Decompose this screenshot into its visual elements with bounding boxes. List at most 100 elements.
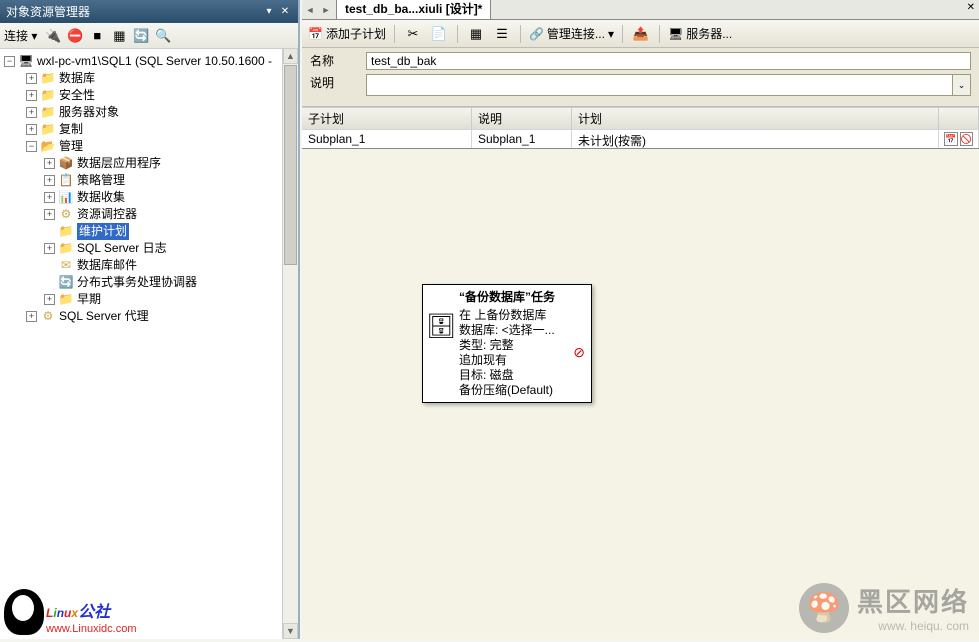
expander-icon[interactable]: + (44, 243, 55, 254)
add-subplan-button[interactable]: 📅 添加子计划 (308, 25, 386, 42)
disconnect-icon[interactable]: ⛔ (65, 26, 85, 46)
mushroom-icon: 🍄 (799, 583, 849, 633)
cell-description[interactable]: Subplan_1 (472, 130, 572, 148)
document-tab[interactable]: test_db_ba...xiuli [设计]* (336, 0, 491, 19)
tree-root[interactable]: − 🖥 wxl-pc-vm1\SQL1 (SQL Server 10.50.16… (2, 53, 296, 70)
col-description[interactable]: 说明 (472, 108, 572, 129)
connect-icon[interactable]: 🔌 (43, 26, 63, 46)
designer-panel: ◄ ► test_db_ba...xiuli [设计]* ✕ 📅 添加子计划 ✂… (302, 0, 979, 639)
cut-icon[interactable]: ✂ (403, 24, 423, 44)
tree-label: 数据收集 (77, 189, 125, 206)
task-detail-line: 备份压缩(Default) (459, 383, 587, 398)
grid-header-row: 子计划 说明 计划 (302, 107, 979, 129)
watermark-left-text: Linux公社 (46, 597, 136, 623)
schedule-calendar-icon[interactable]: 📅 (944, 132, 957, 146)
export-icon[interactable]: 📤 (631, 24, 651, 44)
folder-icon: 📁 (58, 224, 74, 240)
expander-icon[interactable]: + (26, 73, 37, 84)
tree-node[interactable]: +📁数据库 (2, 70, 296, 87)
design-surface[interactable]: “备份数据库”任务 🗄 在 上备份数据库数据库: <选择一...类型: 完整追加… (302, 149, 979, 639)
connect-button[interactable]: 连接 ▾ (4, 27, 37, 44)
separator (457, 25, 458, 43)
tree-node[interactable]: +📁服务器对象 (2, 104, 296, 121)
folder-icon: 📊 (58, 190, 74, 206)
search-icon[interactable]: 🔍 (153, 26, 173, 46)
tab-prev-icon[interactable]: ◄ (302, 1, 318, 19)
panel-close-icon[interactable]: ✕ (278, 6, 292, 18)
tab-label: test_db_ba...xiuli [设计]* (345, 2, 482, 16)
tree-node[interactable]: +📊数据收集 (2, 189, 296, 206)
tab-next-icon[interactable]: ► (318, 1, 334, 19)
folder-icon: ⚙ (58, 207, 74, 223)
report-icon[interactable]: 📄 (429, 24, 449, 44)
scroll-thumb[interactable] (284, 65, 297, 265)
backup-database-task[interactable]: “备份数据库”任务 🗄 在 上备份数据库数据库: <选择一...类型: 完整追加… (422, 284, 592, 403)
tree-label: 分布式事务处理协调器 (77, 274, 197, 291)
filter-icon[interactable]: ▦ (109, 26, 129, 46)
watermark-right-url: www. heiqu. com (857, 619, 969, 633)
col-subplan[interactable]: 子计划 (302, 108, 472, 129)
subplan-grid: 子计划 说明 计划 Subplan_1 Subplan_1 未计划(按需) 📅 … (302, 107, 979, 149)
tree-node[interactable]: 🔄分布式事务处理协调器 (2, 274, 296, 291)
scroll-up-icon[interactable]: ▲ (283, 48, 298, 64)
expand-description-icon[interactable]: ⌄ (953, 74, 971, 96)
task-detail-line: 在 上备份数据库 (459, 308, 587, 323)
servers-label: 服务器... (686, 25, 732, 42)
explorer-toolbar: 连接 ▾ 🔌 ⛔ ■ ▦ 🔄 🔍 (0, 23, 298, 49)
tree-node[interactable]: +⚙SQL Server 代理 (2, 308, 296, 325)
backup-task-icon: 🗄 (423, 308, 459, 402)
expander-icon[interactable]: + (26, 90, 37, 101)
name-label: 名称 (310, 52, 366, 69)
expander-icon[interactable]: + (26, 124, 37, 135)
tree-node[interactable]: −📂管理 (2, 138, 296, 155)
folder-icon: 📦 (58, 156, 74, 172)
plan-description-input[interactable] (366, 74, 953, 96)
tree-label: 安全性 (59, 87, 95, 104)
tree-label: SQL Server 代理 (59, 308, 149, 325)
expander-icon[interactable]: + (44, 158, 55, 169)
object-tree[interactable]: − 🖥 wxl-pc-vm1\SQL1 (SQL Server 10.50.16… (0, 49, 298, 642)
watermark-left-url: www.Linuxidc.com (46, 623, 136, 635)
grid-icon[interactable]: ▦ (466, 24, 486, 44)
server-icon: 🖥 (18, 54, 34, 70)
tree-node[interactable]: +📁早期 (2, 291, 296, 308)
tab-close-icon[interactable]: ✕ (967, 2, 975, 13)
schedule-remove-icon[interactable]: 🚫 (960, 132, 973, 146)
col-schedule[interactable]: 计划 (572, 108, 939, 129)
cell-schedule[interactable]: 未计划(按需) (572, 130, 939, 148)
folder-icon: 📋 (58, 173, 74, 189)
expander-icon[interactable]: + (44, 175, 55, 186)
expander-icon[interactable]: − (4, 56, 15, 67)
expander-icon[interactable]: + (44, 192, 55, 203)
expander-icon[interactable]: + (44, 294, 55, 305)
plan-name-input[interactable] (366, 52, 971, 70)
document-tab-bar: ◄ ► test_db_ba...xiuli [设计]* ✕ (302, 0, 979, 20)
manage-connections-button[interactable]: 🔗 管理连接... ▾ (529, 25, 614, 42)
panel-dropdown-icon[interactable]: ▾ (262, 6, 276, 18)
separator (622, 25, 623, 43)
tree-scrollbar[interactable]: ▲ ▼ (282, 48, 298, 639)
tree-node[interactable]: +📦数据层应用程序 (2, 155, 296, 172)
tree-node[interactable]: +📋策略管理 (2, 172, 296, 189)
add-subplan-label: 添加子计划 (326, 25, 386, 42)
cell-subplan[interactable]: Subplan_1 (302, 130, 472, 148)
stop-icon[interactable]: ■ (87, 26, 107, 46)
folder-icon: ✉ (58, 258, 74, 274)
object-explorer-panel: 对象资源管理器 ▾ ✕ 连接 ▾ 🔌 ⛔ ■ ▦ 🔄 🔍 − 🖥 wxl-pc-… (0, 0, 300, 639)
tree-node[interactable]: 📁维护计划 (2, 223, 296, 240)
expander-icon[interactable]: + (26, 107, 37, 118)
tree-node[interactable]: +📁SQL Server 日志 (2, 240, 296, 257)
expander-icon[interactable]: + (26, 311, 37, 322)
tree-node[interactable]: ✉数据库邮件 (2, 257, 296, 274)
expander-icon[interactable]: − (26, 141, 37, 152)
tree-node[interactable]: +📁复制 (2, 121, 296, 138)
list-icon[interactable]: ☰ (492, 24, 512, 44)
scroll-down-icon[interactable]: ▼ (283, 623, 298, 639)
subplan-row[interactable]: Subplan_1 Subplan_1 未计划(按需) 📅 🚫 (302, 129, 979, 148)
refresh-icon[interactable]: 🔄 (131, 26, 151, 46)
servers-button[interactable]: 🖥 服务器... (668, 25, 732, 42)
task-detail-line: 目标: 磁盘 (459, 368, 587, 383)
tree-node[interactable]: +⚙资源调控器 (2, 206, 296, 223)
tree-node[interactable]: +📁安全性 (2, 87, 296, 104)
expander-icon[interactable]: + (44, 209, 55, 220)
